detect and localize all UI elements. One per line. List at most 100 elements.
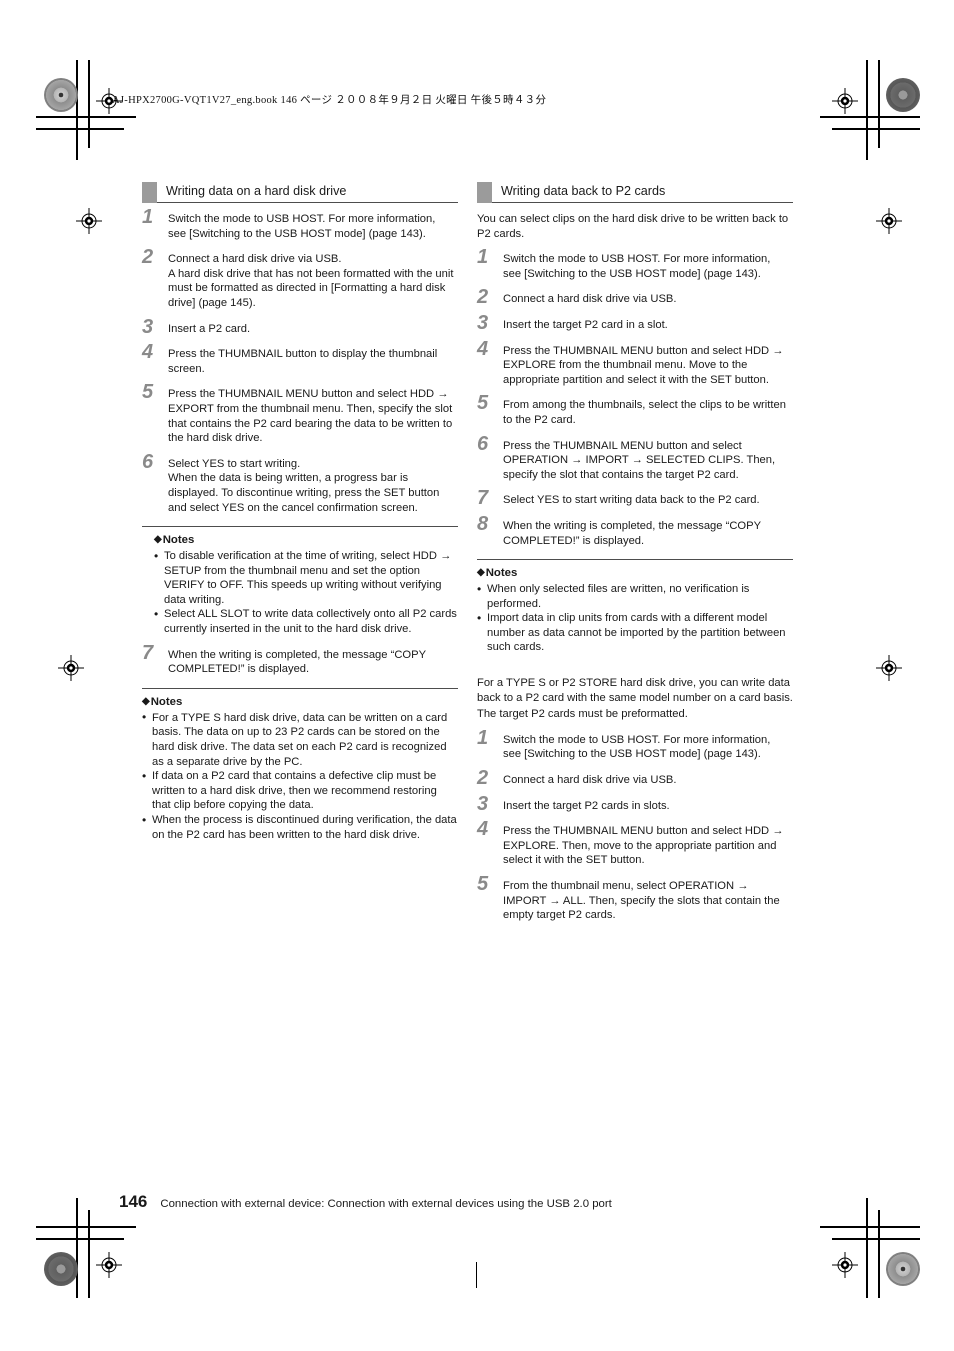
notes-heading-label: Notes	[162, 534, 195, 547]
notes-heading: ◆Notes	[477, 565, 793, 581]
section-chip-icon	[477, 182, 492, 203]
step-text-line: Insert the target P2 cards in slots.	[503, 799, 670, 812]
step-item: 3 Insert the target P2 cards in slots.	[477, 794, 793, 814]
step-text-line: Switch the mode to USB HOST. For more in…	[503, 733, 771, 746]
step-item: 2 Connect a hard disk drive via USB.	[477, 287, 793, 307]
step-number: 7	[142, 641, 154, 664]
step-number: 1	[477, 726, 489, 749]
notes-heading-label: Notes	[485, 567, 518, 580]
step-text-subline: When the data is being written, a progre…	[168, 472, 440, 514]
step-text-line: Select YES to start writing.	[168, 457, 301, 470]
step-text-subline: see [Switching to the USB HOST mode] (pa…	[168, 227, 426, 240]
step-number: 8	[477, 512, 489, 535]
step-text-line: Connect a hard disk drive via USB.	[168, 253, 342, 266]
step-text-line: Insert the target P2 card in a slot.	[503, 318, 668, 331]
notes-heading: ◆Notes	[142, 694, 458, 710]
step-text-line: Press the THUMBNAIL MENU button and sele…	[503, 344, 784, 386]
step-text-subline: see [Switching to the USB HOST mode] (pa…	[503, 267, 761, 280]
diamond-icon: ◆	[154, 534, 162, 546]
step-text-line: When the writing is completed, the messa…	[168, 648, 426, 676]
step-number: 1	[477, 246, 489, 269]
step-text-line: Switch the mode to USB HOST. For more in…	[503, 253, 771, 266]
page-footer: 146 Connection with external device: Con…	[119, 1192, 612, 1212]
step-item: 6 Press the THUMBNAIL MENU button and se…	[477, 434, 793, 483]
step-number: 6	[477, 432, 489, 455]
step-item: 8 When the writing is completed, the mes…	[477, 514, 793, 548]
notes-block: ◆Notes When only selected files are writ…	[477, 559, 793, 655]
step-number: 2	[142, 246, 154, 269]
footer-breadcrumb: Connection with external device: Connect…	[160, 1198, 612, 1210]
left-column: Writing data on a hard disk drive 1 Swit…	[142, 182, 458, 853]
diamond-icon: ◆	[142, 695, 150, 707]
section-header-writing-on-hdd: Writing data on a hard disk drive	[142, 182, 458, 203]
step-number: 2	[477, 286, 489, 309]
step-item: 7 Select YES to start writing data back …	[477, 488, 793, 508]
step-item: 4 Press the THUMBNAIL button to display …	[142, 342, 458, 376]
step-number: 7	[477, 487, 489, 510]
step-text-line: From the thumbnail menu, select OPERATIO…	[503, 880, 780, 922]
section-title: Writing data on a hard disk drive	[166, 184, 347, 198]
step-number: 3	[477, 792, 489, 815]
note-list-item: When only selected files are written, no…	[477, 582, 793, 611]
step-number: 5	[142, 381, 154, 404]
step-text-line: Insert a P2 card.	[168, 322, 251, 335]
step-number: 5	[477, 392, 489, 415]
section-chip-icon	[142, 182, 157, 203]
note-list-item: For a TYPE S hard disk drive, data can b…	[142, 710, 458, 769]
step-item: 1 Switch the mode to USB HOST. For more …	[142, 207, 458, 241]
note-list-item: To disable verification at the time of w…	[142, 549, 458, 607]
step-text-line: Switch the mode to USB HOST. For more in…	[168, 213, 436, 225]
note-list-item: Select ALL SLOT to write data collective…	[142, 607, 458, 636]
step-number: 4	[477, 337, 489, 360]
notes-list: When only selected files are written, no…	[477, 582, 793, 655]
step-number: 4	[142, 341, 154, 364]
step-text-line: Connect a hard disk drive via USB.	[503, 293, 677, 306]
step-item: 1 Switch the mode to USB HOST. For more …	[477, 247, 793, 281]
step-text-line: When the writing is completed, the messa…	[503, 519, 761, 547]
step-text-line: From among the thumbnails, select the cl…	[503, 399, 786, 426]
step-item: 5 Press the THUMBNAIL MENU button and se…	[142, 382, 458, 445]
diamond-icon: ◆	[477, 567, 485, 579]
step-item: 3 Insert a P2 card.	[142, 317, 458, 337]
right-column: Writing data back to P2 cards You can se…	[477, 182, 793, 934]
notes-block: ◆Notes To disable verification at the ti…	[142, 526, 458, 637]
section-header-writing-back-to-p2: Writing data back to P2 cards	[477, 182, 793, 203]
step-item: 4 Press the THUMBNAIL MENU button and se…	[477, 819, 793, 868]
footer-page-number: 146	[119, 1192, 148, 1211]
note-list-item: Import data in clip units from cards wit…	[477, 611, 793, 655]
step-text-subline: A hard disk drive that has not been form…	[168, 267, 454, 309]
note-list-item: If data on a P2 card that contains a def…	[142, 769, 458, 813]
step-text-line: Press the THUMBNAIL MENU button and sele…	[168, 388, 453, 445]
notes-heading-label: Notes	[150, 695, 183, 708]
step-number: 3	[477, 311, 489, 334]
step-item: 1 Switch the mode to USB HOST. For more …	[477, 728, 793, 762]
step-text-line: Press the THUMBNAIL MENU button and sele…	[503, 439, 776, 481]
step-text-line: Connect a hard disk drive via USB.	[503, 774, 677, 787]
step-text-line: Press the THUMBNAIL button to display th…	[168, 348, 438, 375]
step-text-line: Press the THUMBNAIL MENU button and sele…	[503, 825, 784, 867]
step-text-line: Select YES to start writing data back to…	[503, 494, 760, 507]
step-number: 6	[142, 450, 154, 473]
notes-block: ◆Notes For a TYPE S hard disk drive, dat…	[142, 687, 458, 842]
step-item: 4 Press the THUMBNAIL MENU button and se…	[477, 339, 793, 388]
step-item: 2 Connect a hard disk drive via USB. A h…	[142, 247, 458, 310]
step-item: 5 From among the thumbnails, select the …	[477, 393, 793, 427]
section-title: Writing data back to P2 cards	[501, 184, 666, 198]
type-s-paragraph-1: For a TYPE S or P2 STORE hard disk drive…	[477, 677, 793, 704]
step-item: 2 Connect a hard disk drive via USB.	[477, 768, 793, 788]
step-item: 6 Select YES to start writing. When the …	[142, 452, 458, 515]
notes-list: To disable verification at the time of w…	[142, 549, 458, 637]
notes-list: For a TYPE S hard disk drive, data can b…	[142, 710, 458, 842]
step-item: 5 From the thumbnail menu, select OPERAT…	[477, 874, 793, 923]
note-list-item: When the process is discontinued during …	[142, 812, 458, 842]
step-number: 3	[142, 315, 154, 338]
step-text-subline: see [Switching to the USB HOST mode] (pa…	[503, 748, 761, 761]
step-item: 3 Insert the target P2 card in a slot.	[477, 313, 793, 333]
notes-heading: ◆Notes	[142, 532, 458, 548]
type-s-paragraph-2: The target P2 cards must be preformatted…	[477, 708, 688, 721]
intro-paragraph: You can select clips on the hard disk dr…	[477, 213, 789, 240]
step-number: 2	[477, 767, 489, 790]
step-number: 1	[142, 206, 154, 228]
page-content: Writing data on a hard disk drive 1 Swit…	[0, 0, 954, 1351]
